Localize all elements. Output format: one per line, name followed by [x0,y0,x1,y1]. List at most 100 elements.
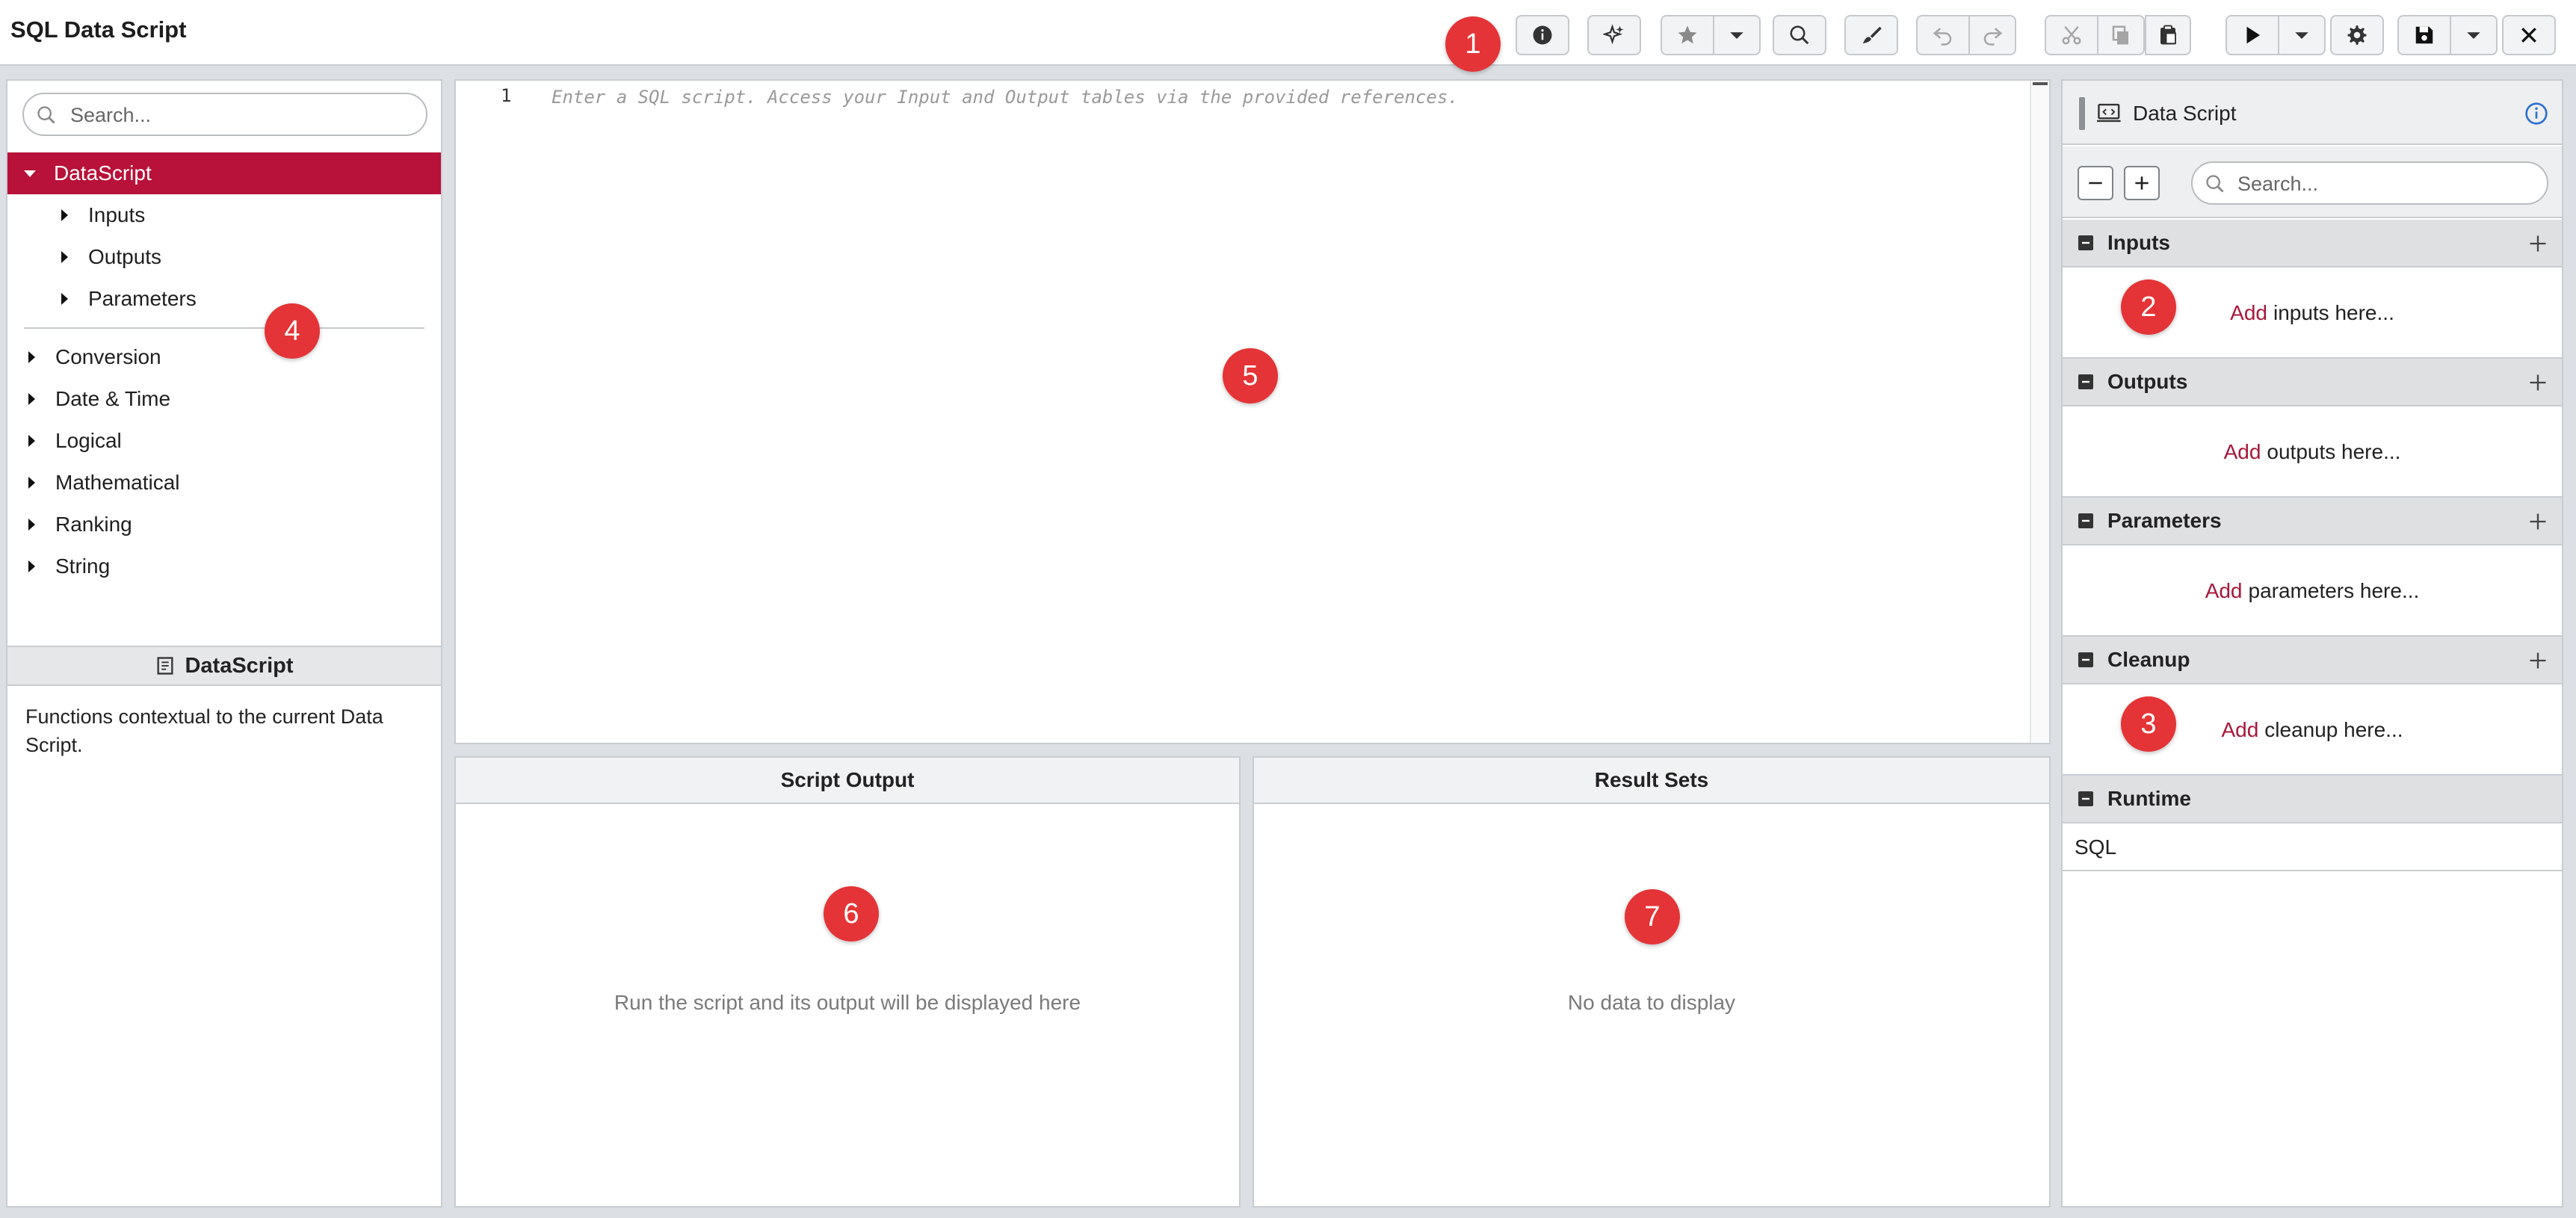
function-browser-panel: DataScript Inputs Outputs Parameters Con… [6,79,442,1208]
section-outputs-header[interactable]: Outputs [2063,359,2562,406]
plus-icon [2135,176,2149,190]
section-title: Outputs [2107,370,2188,393]
section-runtime-header[interactable]: Runtime [2063,776,2562,823]
tree-item-string[interactable]: String [7,545,441,587]
caret-right-icon[interactable] [57,291,72,306]
run-button[interactable] [2226,15,2279,55]
search-icon [37,106,55,124]
add-cleanup-hint: cleanup here... [2264,718,2403,741]
minus-icon [2089,182,2102,185]
section-parameters-body: Add parameters here... [2063,547,2562,637]
caret-down-icon[interactable] [22,166,37,181]
caret-right-icon[interactable] [24,433,39,448]
add-outputs-hint: outputs here... [2267,440,2401,463]
add-icon[interactable] [2527,511,2548,532]
add-icon[interactable] [2527,372,2548,393]
section-parameters-header[interactable]: Parameters [2063,498,2562,545]
annotation-badge-4: 4 [265,303,320,359]
undo-button[interactable] [1916,15,1970,55]
settings-button[interactable] [2330,15,2384,55]
ai-assist-button[interactable] [1587,15,1641,55]
tree-item-conversion[interactable]: Conversion [7,336,441,378]
add-icon[interactable] [2527,233,2548,254]
paste-icon [2160,25,2176,45]
tree-item-inputs[interactable]: Inputs [7,194,441,236]
doc-header: DataScript [7,646,441,686]
find-button[interactable] [1773,15,1826,55]
caret-right-icon[interactable] [24,475,39,490]
add-outputs-link[interactable]: Add [2224,440,2261,464]
collapse-icon[interactable] [2078,374,2094,390]
tree-item-outputs[interactable]: Outputs [7,236,441,278]
favorite-button[interactable] [1661,15,1714,55]
function-search-input[interactable] [70,102,414,129]
add-icon[interactable] [2527,650,2548,671]
document-icon [157,657,173,675]
add-parameters-link[interactable]: Add [2205,579,2243,603]
collapse-all-button[interactable] [2078,166,2113,200]
section-cleanup-header[interactable]: Cleanup [2063,637,2562,684]
copy-button[interactable] [2098,15,2145,55]
ai-sparkle-icon [1603,24,1624,45]
caret-right-icon[interactable] [24,350,39,365]
sql-editor[interactable]: 1 Enter a SQL script. Access your Input … [454,79,2051,744]
collapse-icon[interactable] [2078,652,2094,668]
app-title: SQL Data Script [10,16,187,43]
add-cleanup-link[interactable]: Add [2221,718,2258,742]
search-icon [2206,175,2224,193]
cut-button[interactable] [2045,15,2098,55]
tree-item-datascript[interactable]: DataScript [7,152,441,194]
info-icon[interactable] [2524,102,2548,126]
save-menu-button[interactable] [2451,15,2498,55]
chevron-down-icon [1730,32,1743,39]
editor-scrollbar[interactable] [2030,81,2049,743]
data-script-search-input[interactable] [2237,170,2536,197]
tree-item-logical[interactable]: Logical [7,420,441,462]
tree-item-label: Inputs [88,203,146,226]
collapse-icon[interactable] [2078,791,2094,807]
result-sets-empty: No data to display [1567,991,1736,1014]
collapse-icon[interactable] [2078,513,2094,529]
caret-right-icon[interactable] [24,392,39,406]
chevron-down-icon [2467,32,2480,39]
editor-placeholder: Enter a SQL script. Access your Input an… [552,87,1459,108]
tree-item-parameters[interactable]: Parameters [7,278,441,320]
add-inputs-link[interactable]: Add [2230,301,2267,325]
tree-item-ranking[interactable]: Ranking [7,504,441,545]
info-button[interactable] [1516,15,1569,55]
tree-item-date-time[interactable]: Date & Time [7,378,441,420]
scroll-marker [2033,82,2048,85]
paste-button[interactable] [2145,15,2191,55]
function-search[interactable] [22,93,427,136]
caret-right-icon[interactable] [57,250,72,265]
section-outputs-body: Add outputs here... [2063,408,2562,498]
tree-item-mathematical[interactable]: Mathematical [7,462,441,504]
collapse-icon[interactable] [2078,235,2094,251]
search-icon [1790,25,1809,45]
gear-icon [2347,25,2367,45]
caret-right-icon[interactable] [24,517,39,532]
section-title: Inputs [2107,231,2170,254]
function-tree: DataScript Inputs Outputs Parameters Con… [7,152,441,587]
drag-grip[interactable] [2079,97,2085,130]
runtime-value[interactable]: SQL [2063,825,2562,871]
expand-all-button[interactable] [2124,166,2160,200]
favorite-menu-button[interactable] [1714,15,1761,55]
script-output-panel: Script Output Run the script and its out… [454,756,1241,1208]
doc-description: Functions contextual to the current Data… [25,705,383,756]
data-script-search[interactable] [2191,161,2548,205]
run-menu-button[interactable] [2279,15,2326,55]
star-icon [1678,25,1697,44]
caret-right-icon[interactable] [57,208,72,223]
caret-right-icon[interactable] [24,559,39,574]
section-title: Cleanup [2107,648,2190,671]
redo-button[interactable] [1970,15,2016,55]
format-button[interactable] [1844,15,1898,55]
close-button[interactable] [2502,15,2556,55]
tree-item-label: Parameters [88,287,197,310]
section-inputs-header[interactable]: Inputs [2063,220,2562,268]
data-script-panel: Data Script Inputs Add inputs here... Ou… [2061,79,2563,1208]
annotation-badge-5: 5 [1223,348,1278,404]
save-button[interactable] [2397,15,2451,55]
tree-divider [24,327,424,329]
